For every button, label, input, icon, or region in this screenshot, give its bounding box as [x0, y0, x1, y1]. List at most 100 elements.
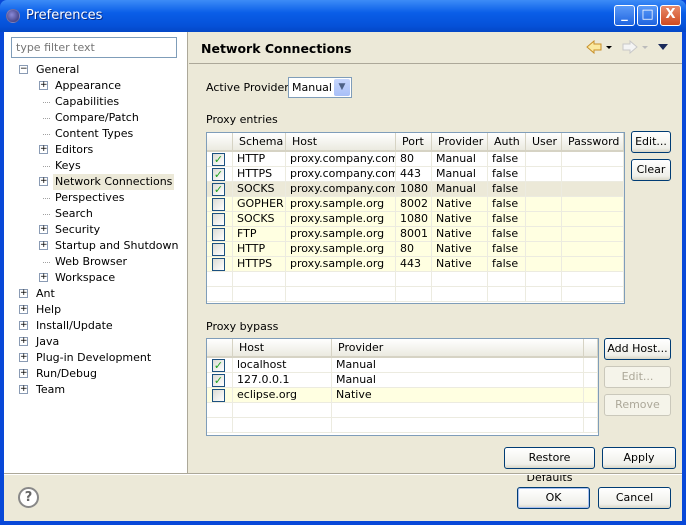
view-menu-icon[interactable] [658, 44, 668, 50]
table-cell [233, 418, 332, 433]
title-bar[interactable]: Preferences _ □ X [0, 0, 686, 32]
column-header[interactable]: Port [396, 133, 432, 152]
checkbox-checked[interactable]: ✓ [212, 168, 225, 181]
clear-entry-button[interactable]: Clear [631, 159, 671, 181]
checkbox-cell[interactable] [207, 197, 233, 212]
table-cell [526, 257, 562, 272]
column-header[interactable]: Provider [332, 339, 584, 358]
checkbox-cell[interactable] [207, 242, 233, 257]
back-dropdown-icon[interactable] [606, 46, 612, 49]
table-row[interactable]: SOCKS proxy.sample.org 1080 Native false [207, 212, 624, 227]
column-header[interactable]: Host [286, 133, 396, 152]
expand-icon[interactable]: + [39, 225, 48, 234]
edit-host-button[interactable]: Edit... [604, 366, 671, 388]
table-cell: 8001 [396, 227, 432, 242]
filter-input[interactable] [11, 37, 177, 58]
checkbox-unchecked[interactable] [212, 258, 225, 271]
expand-icon[interactable]: + [19, 385, 28, 394]
checkbox-checked[interactable]: ✓ [212, 359, 225, 372]
expand-icon[interactable]: + [19, 305, 28, 314]
checkbox-unchecked[interactable] [212, 198, 225, 211]
expand-icon[interactable]: + [39, 81, 48, 90]
column-header[interactable]: Auth [488, 133, 526, 152]
restore-defaults-button[interactable]: Restore Defaults [504, 447, 595, 484]
edit-entry-button[interactable]: Edit... [631, 131, 671, 153]
checkbox-cell[interactable] [207, 403, 233, 418]
table-cell [562, 242, 624, 257]
cancel-button[interactable]: Cancel [598, 487, 671, 509]
expand-icon[interactable]: + [19, 337, 28, 346]
chevron-down-icon[interactable]: ▼ [334, 79, 350, 96]
column-header[interactable] [584, 339, 598, 358]
checkbox-cell[interactable] [207, 212, 233, 227]
column-header[interactable] [207, 133, 233, 152]
maximize-button[interactable]: □ [637, 5, 658, 26]
checkbox-cell[interactable] [207, 227, 233, 242]
table-row[interactable]: GOPHER proxy.sample.org 8002 Native false [207, 197, 624, 212]
checkbox-cell[interactable] [207, 418, 233, 433]
table-row[interactable]: ✓ localhost Manual [207, 358, 598, 373]
table-cell: proxy.sample.org [286, 212, 396, 227]
remove-host-button[interactable]: Remove [604, 394, 671, 416]
column-header[interactable]: Host [233, 339, 332, 358]
checkbox-cell[interactable]: ✓ [207, 358, 233, 373]
expand-icon[interactable]: + [39, 145, 48, 154]
close-icon: X [665, 7, 676, 22]
checkbox-cell[interactable]: ✓ [207, 152, 233, 167]
apply-button[interactable]: Apply [602, 447, 676, 469]
table-cell: Manual [432, 182, 488, 197]
back-arrow-icon[interactable] [586, 40, 602, 55]
checkbox-cell[interactable] [207, 257, 233, 272]
tree-item-label: General [36, 63, 80, 76]
column-header[interactable] [207, 339, 233, 358]
table-row[interactable]: ✓ HTTPS proxy.company.com 443 Manual false [207, 167, 624, 182]
expand-icon[interactable]: + [19, 353, 28, 362]
table-row[interactable]: HTTP proxy.sample.org 80 Native false [207, 242, 624, 257]
column-header[interactable]: Provider [432, 133, 488, 152]
checkbox-cell[interactable]: ✓ [207, 182, 233, 197]
table-row[interactable]: eclipse.org Native [207, 388, 598, 403]
table-row[interactable]: FTP proxy.sample.org 8001 Native false [207, 227, 624, 242]
close-button[interactable]: X [660, 5, 681, 26]
checkbox-unchecked[interactable] [212, 213, 225, 226]
tree-connector [43, 214, 50, 215]
checkbox-unchecked[interactable] [212, 228, 225, 241]
collapse-icon[interactable]: − [19, 65, 28, 74]
proxy-bypass-table[interactable]: Host Provider ✓ localhost Manual ✓ 127.0.0.1 Ma… [206, 338, 599, 436]
expand-icon[interactable]: + [19, 369, 28, 378]
checkbox-unchecked[interactable] [212, 243, 225, 256]
add-host-button[interactable]: Add Host... [604, 338, 671, 360]
expand-icon[interactable]: + [39, 177, 48, 186]
checkbox-cell[interactable] [207, 388, 233, 403]
checkbox-checked[interactable]: ✓ [212, 374, 225, 387]
help-icon[interactable]: ? [18, 487, 39, 508]
checkbox-checked[interactable]: ✓ [212, 153, 225, 166]
column-header[interactable]: Schema [233, 133, 286, 152]
checkbox-cell[interactable] [207, 272, 233, 287]
tree-item-label: Ant [36, 287, 55, 300]
table-cell: Manual [432, 167, 488, 182]
checkbox-unchecked[interactable] [212, 389, 225, 402]
table-row[interactable]: ✓ HTTP proxy.company.com 80 Manual false [207, 152, 624, 167]
table-row[interactable]: HTTPS proxy.sample.org 443 Native false [207, 257, 624, 272]
column-header[interactable]: Password [562, 133, 624, 152]
ok-button[interactable]: OK [517, 487, 590, 509]
table-row[interactable]: ✓ SOCKS proxy.company.com 1080 Manual false [207, 182, 624, 197]
expand-icon[interactable]: + [39, 273, 48, 282]
table-cell: 8002 [396, 197, 432, 212]
column-header[interactable]: User [526, 133, 562, 152]
checkbox-cell[interactable] [207, 287, 233, 302]
checkbox-checked[interactable]: ✓ [212, 183, 225, 196]
checkbox-cell[interactable]: ✓ [207, 373, 233, 388]
expand-icon[interactable]: + [19, 289, 28, 298]
minimize-button[interactable]: _ [614, 5, 635, 26]
active-provider-select[interactable]: Manual ▼ [288, 77, 352, 98]
table-row[interactable]: ✓ 127.0.0.1 Manual [207, 373, 598, 388]
tree-item-label: Team [36, 383, 66, 396]
table-cell: 1080 [396, 212, 432, 227]
checkbox-cell[interactable]: ✓ [207, 167, 233, 182]
proxy-entries-table[interactable]: Schema Host Port Provider Auth User Password ✓ H… [206, 132, 625, 304]
expand-icon[interactable]: + [19, 321, 28, 330]
tree-connector [43, 262, 50, 263]
expand-icon[interactable]: + [39, 241, 48, 250]
